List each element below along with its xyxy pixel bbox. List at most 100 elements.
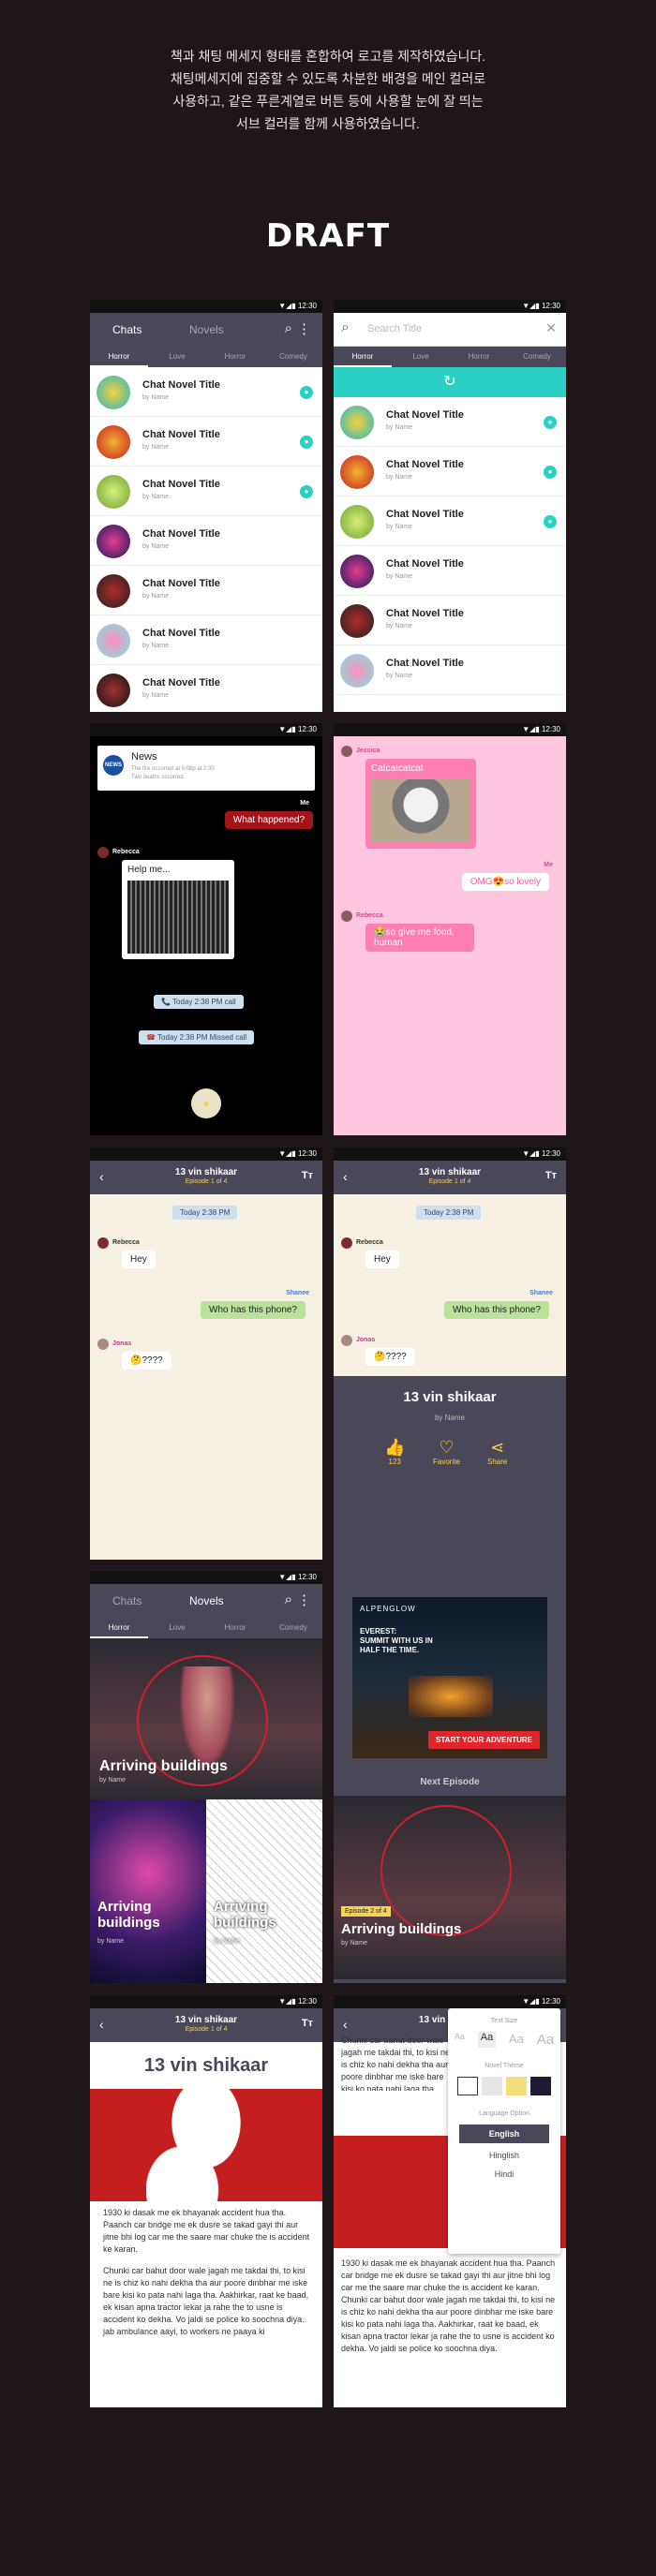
like-button[interactable]: 👍 123 [384,1438,405,1466]
list-item[interactable]: Chat Novel Title by Name ● [90,367,322,417]
cover-avatar [97,475,130,509]
cover-avatar [97,624,130,658]
refresh-icon[interactable]: ↻ [334,367,566,397]
cover-avatar [340,604,374,638]
end-author: by Name [434,1414,465,1422]
item-author: by Name [386,524,413,530]
next-episode-card[interactable]: Episode 2 of 4 Arriving buildings by Nam… [334,1796,566,1979]
list-item[interactable]: Chat Novel Title by Name [334,596,566,645]
tab-comedy[interactable]: Comedy [508,347,566,367]
item-title: Chat Novel Title [142,628,220,639]
image-message[interactable]: Catcatcatcat [365,759,476,849]
tab-horror[interactable]: Horror [450,347,508,367]
close-icon[interactable]: ✕ [545,320,557,336]
language-option-hindi[interactable]: Hindi [448,2169,560,2179]
item-author: by Name [386,573,413,580]
call-log: 📞 Today 2:38 PM call [154,995,244,1009]
news-line: The fire occurred at 5:08p at 2:30 [131,766,215,772]
text-size-option[interactable]: Aa [455,2032,465,2048]
paragraph: jab ambulance aayi, to workers ne paaya … [103,2327,265,2336]
nav-chats[interactable]: Chats [112,1594,142,1607]
text-size-icon[interactable]: Tт [545,1170,557,1181]
message-bubble: 😭so give me food, human [365,924,474,952]
back-icon[interactable]: ‹ [99,1169,104,1184]
news-card[interactable]: NEWS News The fire occurred at 5:08p at … [97,746,315,791]
sender-name: Shanee [529,1290,553,1296]
intro-line: 채팅메세지에 집중할 수 있도록 차분한 배경을 메인 컬러로 [170,71,486,86]
search-icon[interactable]: ⌕ [285,1591,292,1607]
image-message[interactable]: Help me... [122,860,234,959]
search-input[interactable]: Search Title [367,323,422,334]
heart-icon: ♡ [439,1438,455,1457]
tab-horror[interactable]: Horror [90,347,148,367]
nav-novels[interactable]: Novels [189,1594,224,1607]
share-label: Share [487,1458,508,1466]
back-icon[interactable]: ‹ [343,1169,348,1184]
theme-swatch[interactable] [482,2077,502,2095]
screen-episode-chat: ▼◢▮ 12:30 ‹ 13 vin shikaar Episode 1 of … [90,1147,322,1560]
next-button[interactable]: ● [191,1088,221,1118]
reader-body: 1930 ki dasak me ek bhayanak accident hu… [103,2207,311,2338]
missed-call-log: ☎ Today 2:38 PM Missed call [139,1030,255,1044]
tab-love[interactable]: Love [148,347,206,367]
novel-card[interactable]: Arriving buildings by Name [206,1799,322,1983]
back-icon[interactable]: ‹ [343,2017,348,2032]
item-author: by Name [142,593,170,600]
list-item[interactable]: Chat Novel Title by Name [90,665,322,712]
list-item[interactable]: Chat Novel Title by Name [90,516,322,566]
search-icon[interactable]: ⌕ [285,320,292,336]
text-size-option[interactable]: Aa [477,2032,497,2048]
list-item[interactable]: Chat Novel Title by Name [334,645,566,695]
language-option-english[interactable]: English [459,2124,549,2143]
item-title: Chat Novel Title [142,379,220,391]
cover-avatar [97,425,130,459]
list-item[interactable]: Chat Novel Title by Name [90,615,322,665]
message-bubble: Who has this phone? [201,1301,306,1319]
language-option-hinglish[interactable]: Hinglish [448,2151,560,2160]
list-item[interactable]: Chat Novel Title by Name ● [90,466,322,516]
tab-horror[interactable]: Horror [334,347,392,367]
hero-banner[interactable]: Arriving buildings by Name [90,1638,322,1799]
text-size-icon[interactable]: Tт [302,1170,313,1181]
episode-number: Episode 1 of 4 [185,2026,228,2033]
nav-novels[interactable]: Novels [189,323,224,336]
status-bar: ▼◢▮ 12:30 [90,1995,322,2008]
theme-swatch[interactable] [530,2077,551,2095]
list-item[interactable]: Chat Novel Title by Name ● [334,496,566,546]
tab-comedy[interactable]: Comedy [264,347,322,367]
text-size-icon[interactable]: Tт [302,2018,313,2029]
illustration-figure [146,2089,266,2201]
list-item[interactable]: Chat Novel Title by Name [334,546,566,596]
tab-love[interactable]: Love [392,347,450,367]
list-item[interactable]: Chat Novel Title by Name ● [334,447,566,496]
favorite-button[interactable]: ♡ Favorite [433,1438,460,1466]
novel-card[interactable]: Arriving buildings by Name [90,1799,206,1983]
more-icon[interactable]: ⋮ [297,1591,311,1608]
list-item[interactable]: Chat Novel Title by Name [90,566,322,615]
card-title: Arriving buildings [97,1899,160,1931]
item-title: Chat Novel Title [142,677,220,688]
tab-horror[interactable]: Horror [206,1618,264,1638]
share-button[interactable]: ⋖ Share [487,1438,507,1466]
more-icon[interactable]: ⋮ [297,320,311,337]
status-bar: ▼◢▮ 12:30 [334,300,566,313]
ad-banner[interactable]: ALPENGLOW EVEREST: SUMMIT WITH US IN HAL… [352,1597,547,1758]
tab-love[interactable]: Love [148,1618,206,1638]
ad-cta-button[interactable]: START YOUR ADVENTURE [428,1731,540,1749]
avatar [97,1339,109,1350]
theme-swatch[interactable] [506,2077,527,2095]
category-tabs: Horror Love Horror Comedy [90,347,322,367]
tab-horror[interactable]: Horror [206,347,264,367]
list-item[interactable]: Chat Novel Title by Name ● [334,397,566,447]
theme-swatch[interactable] [457,2077,478,2095]
tab-horror[interactable]: Horror [90,1618,148,1638]
list-item[interactable]: Chat Novel Title by Name ● [90,417,322,466]
text-size-option[interactable]: Aa [509,2032,524,2048]
tab-comedy[interactable]: Comedy [264,1618,322,1638]
cover-avatar [340,406,374,439]
nav-chats[interactable]: Chats [112,323,142,336]
cover-avatar [97,525,130,558]
text-size-option[interactable]: Aa [537,2032,554,2048]
thumb-icon: 👍 [384,1438,406,1457]
back-icon[interactable]: ‹ [99,2017,104,2032]
